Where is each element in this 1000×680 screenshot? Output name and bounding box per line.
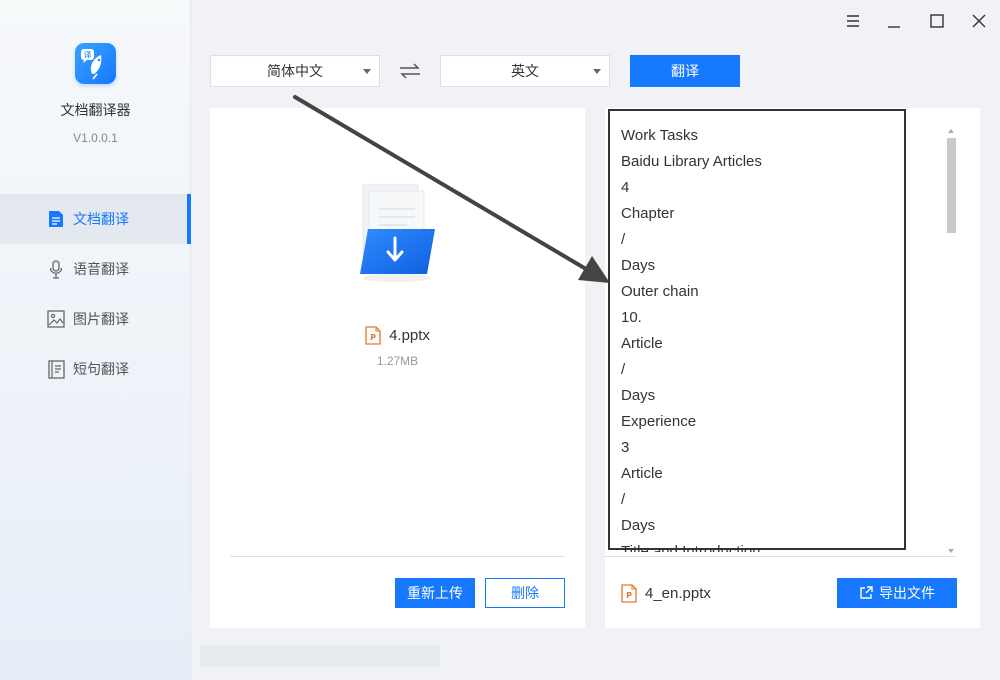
maximize-icon xyxy=(930,14,944,28)
document-icon xyxy=(47,209,65,229)
minimize-icon xyxy=(888,26,900,28)
delete-button[interactable]: 删除 xyxy=(485,578,565,608)
sidebar-nav: 文档翻译 语音翻译 图片翻译 短句翻译 xyxy=(0,194,191,394)
swap-icon xyxy=(400,63,420,79)
scrollbar-thumb[interactable] xyxy=(947,138,956,233)
reupload-button[interactable]: 重新上传 xyxy=(395,578,475,608)
menu-button[interactable] xyxy=(840,8,866,34)
pptx-file-icon: P xyxy=(621,584,637,603)
image-icon xyxy=(47,309,65,329)
panel-divider xyxy=(605,556,955,557)
close-button[interactable] xyxy=(966,8,992,34)
translate-button[interactable]: 翻译 xyxy=(630,55,740,87)
sidebar-item-document-translate[interactable]: 文档翻译 xyxy=(0,194,191,244)
export-file-label: 导出文件 xyxy=(879,585,935,601)
close-icon xyxy=(972,14,986,28)
result-panel: Work Tasks Baidu Library Articles 4 Chap… xyxy=(605,108,980,628)
maximize-button[interactable] xyxy=(924,8,950,34)
source-panel: P 4.pptx 1.27MB 重新上传 删除 xyxy=(210,108,585,628)
microphone-icon xyxy=(47,259,65,279)
sidebar-item-label: 语音翻译 xyxy=(73,261,129,277)
output-file-name: 4_en.pptx xyxy=(645,585,711,602)
document-upload-icon xyxy=(355,183,445,283)
sidebar-item-label: 短句翻译 xyxy=(73,361,129,377)
svg-text:P: P xyxy=(626,591,632,600)
chevron-down-icon xyxy=(363,69,371,74)
source-language-select[interactable]: 简体中文 xyxy=(210,55,380,87)
scroll-down-arrow-icon[interactable] xyxy=(948,549,954,553)
sidebar-item-voice-translate[interactable]: 语音翻译 xyxy=(0,244,191,294)
sidebar-item-label: 图片翻译 xyxy=(73,311,129,327)
sidebar-item-image-translate[interactable]: 图片翻译 xyxy=(0,294,191,344)
target-language-value: 英文 xyxy=(511,63,539,79)
app-logo: 译 xyxy=(75,43,116,84)
app-version: V1.0.0.1 xyxy=(73,131,118,145)
sidebar-item-label: 文档翻译 xyxy=(73,211,129,227)
panel-divider xyxy=(230,556,565,557)
svg-text:P: P xyxy=(370,333,376,342)
minimize-button[interactable] xyxy=(881,8,907,34)
source-language-value: 简体中文 xyxy=(267,63,323,79)
sidebar-item-sentence-translate[interactable]: 短句翻译 xyxy=(0,344,191,394)
target-language-select[interactable]: 英文 xyxy=(440,55,610,87)
export-file-button[interactable]: 导出文件 xyxy=(837,578,957,608)
status-strip xyxy=(200,645,440,667)
chevron-down-icon xyxy=(593,69,601,74)
sentence-icon xyxy=(47,359,65,379)
svg-text:译: 译 xyxy=(84,51,92,60)
export-icon xyxy=(860,586,873,599)
swap-languages-button[interactable] xyxy=(399,63,421,79)
pptx-file-icon: P xyxy=(365,326,381,345)
source-file: P 4.pptx xyxy=(210,326,585,345)
sidebar: 译 文档翻译器 V1.0.0.1 文档翻译 语音翻译 图片翻译 短句翻译 xyxy=(0,0,191,680)
output-file: P 4_en.pptx xyxy=(621,584,711,603)
bird-logo-icon: 译 xyxy=(81,49,102,80)
scroll-up-arrow-icon[interactable] xyxy=(948,129,954,133)
menu-icon xyxy=(847,15,859,27)
app-name: 文档翻译器 xyxy=(60,102,131,118)
source-file-name: 4.pptx xyxy=(389,327,430,344)
highlight-box xyxy=(608,109,906,550)
source-file-size: 1.27MB xyxy=(376,354,419,368)
